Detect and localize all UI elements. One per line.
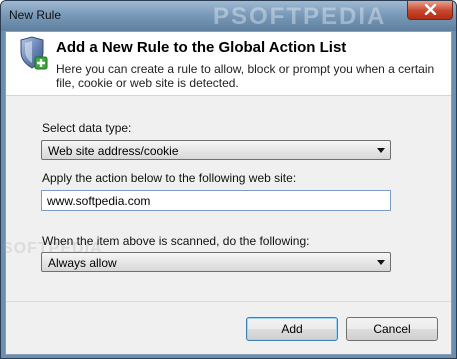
data-type-select[interactable]: Web site address/cookie (41, 140, 391, 160)
action-value: Always allow (48, 256, 117, 270)
chevron-down-icon (377, 260, 385, 265)
action-label: When the item above is scanned, do the f… (42, 234, 310, 248)
title-bar[interactable]: New Rule PSOFTPEDIA (1, 1, 456, 31)
dialog-client-area: Add a New Rule to the Global Action List… (2, 31, 452, 355)
footer-divider (6, 301, 451, 302)
add-button[interactable]: Add (246, 317, 338, 341)
site-label: Apply the action below to the following … (42, 171, 297, 185)
chevron-down-icon (377, 148, 385, 153)
watermark: PSOFTPEDIA (213, 3, 387, 30)
dialog-window: New Rule PSOFTPEDIA Add a New Rule to th… (0, 0, 457, 359)
window-title: New Rule (9, 8, 62, 22)
cancel-button[interactable]: Cancel (346, 317, 438, 341)
close-icon (424, 4, 437, 15)
dialog-description: Here you can create a rule to allow, blo… (56, 62, 435, 90)
data-type-value: Web site address/cookie (48, 144, 179, 158)
data-type-label: Select data type: (42, 121, 132, 135)
action-select[interactable]: Always allow (41, 252, 391, 272)
dialog-header: Add a New Rule to the Global Action List… (6, 32, 451, 96)
close-button[interactable] (407, 1, 453, 20)
site-input[interactable] (41, 190, 391, 211)
dialog-heading: Add a New Rule to the Global Action List (56, 39, 347, 56)
shield-add-icon (20, 36, 48, 70)
